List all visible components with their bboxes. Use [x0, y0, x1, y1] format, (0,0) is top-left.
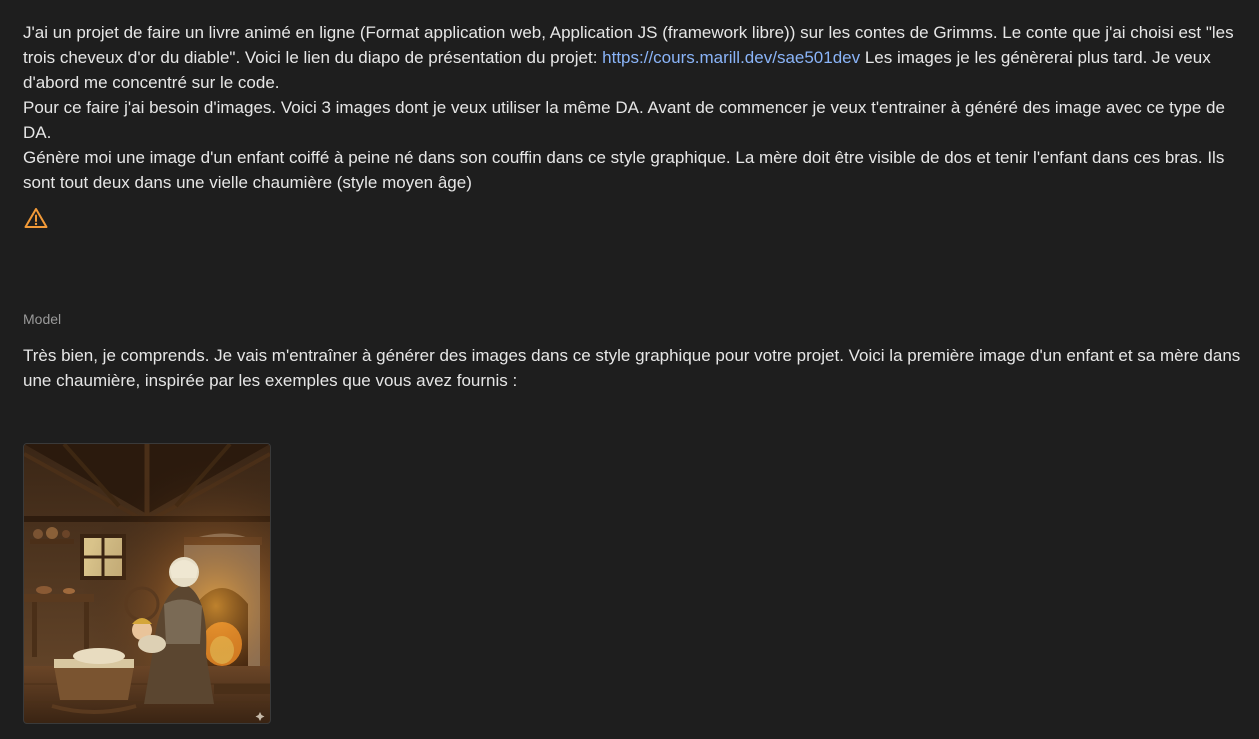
generated-image-illustration: [24, 444, 270, 723]
user-message: J'ai un projet de faire un livre animé e…: [23, 20, 1245, 195]
user-message-paragraph-3: Génère moi une image d'un enfant coiffé …: [23, 148, 1225, 192]
model-role-label: Model: [23, 311, 62, 327]
warning-triangle-icon[interactable]: [24, 207, 48, 229]
model-message-text: Très bien, je comprends. Je vais m'entra…: [23, 346, 1241, 390]
user-message-paragraph-2: Pour ce faire j'ai besoin d'images. Voic…: [23, 98, 1225, 142]
presentation-link[interactable]: https://cours.marill.dev/sae501dev: [602, 48, 860, 67]
generated-image[interactable]: [23, 443, 271, 724]
model-message: Très bien, je comprends. Je vais m'entra…: [23, 343, 1245, 393]
user-message-paragraph-1: J'ai un projet de faire un livre animé e…: [23, 20, 1245, 95]
